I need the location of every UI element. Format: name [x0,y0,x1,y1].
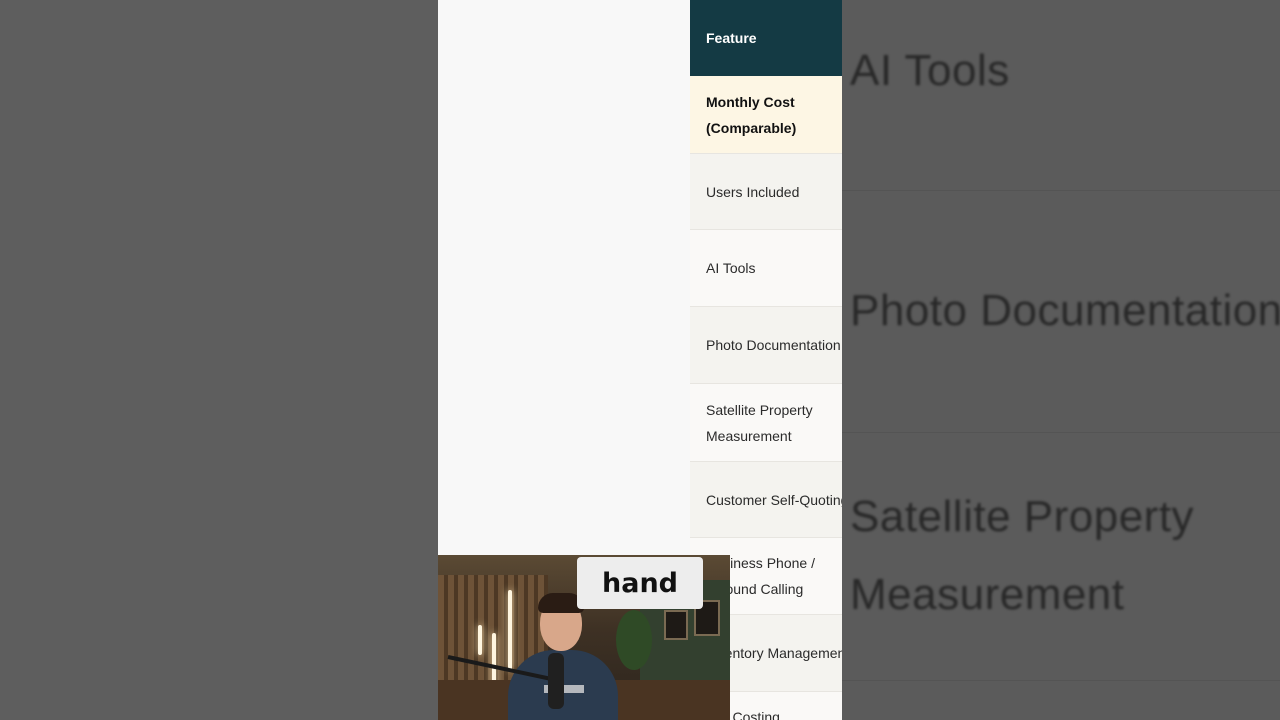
blurred-text-satellite-property: Satellite Property [850,492,1195,541]
feature-row-photo-documentation[interactable]: Photo Documentation [690,307,842,384]
blurred-text-measurement: Measurement [850,570,1125,619]
feature-row-monthly-cost[interactable]: Monthly Cost (Comparable) [690,76,842,154]
feature-column-header: Feature [690,0,842,76]
wall-light [478,625,482,655]
blurred-text-photo-documentation: Photo Documentation [850,286,1280,335]
feature-row-users-included[interactable]: Users Included [690,154,842,230]
blurred-divider [842,432,1280,433]
blurred-background-right: AI Tools Photo Documentation Satellite P… [842,0,1280,720]
wall-light [508,590,512,670]
blurred-text-ai-tools: AI Tools [850,46,1010,95]
blurred-divider [842,680,1280,681]
blurred-background-left [0,0,438,720]
blurred-divider [842,190,1280,191]
feature-row-customer-self-quoting[interactable]: Customer Self-Quoting [690,462,842,538]
microphone-icon [548,653,564,709]
plant [616,610,652,670]
subtitle-caption: hand [577,557,703,609]
feature-row-satellite-measurement[interactable]: Satellite Property Measurement [690,384,842,462]
feature-row-ai-tools[interactable]: AI Tools [690,230,842,307]
picture-frame [664,610,688,640]
